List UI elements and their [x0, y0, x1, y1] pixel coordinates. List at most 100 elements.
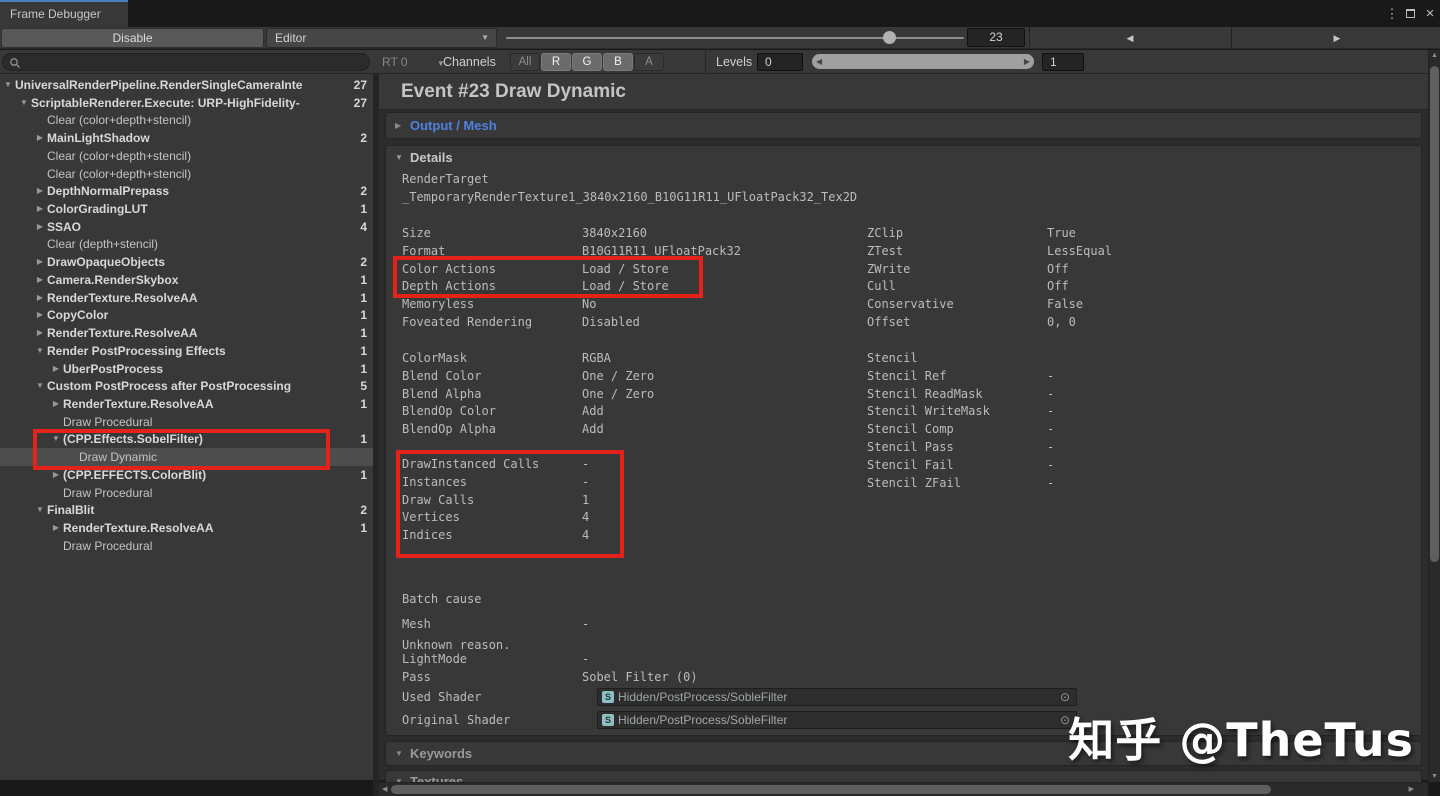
foldout-arrow-icon[interactable]: ▶: [34, 306, 46, 324]
menu-kebab-icon[interactable]: ⋮: [1384, 0, 1400, 27]
section-keywords[interactable]: ▼ Keywords: [385, 741, 1422, 766]
tree-item[interactable]: Clear (color+depth+stencil): [0, 111, 373, 129]
render-target-dropdown[interactable]: RT 0 ▼: [382, 50, 445, 76]
tree-item[interactable]: ▶ColorGradingLUT1: [0, 200, 373, 218]
detail-label: Memoryless: [402, 296, 582, 314]
foldout-arrow-icon[interactable]: ▼: [2, 76, 14, 94]
foldout-arrow-icon[interactable]: ▶: [34, 218, 46, 236]
event-number-field[interactable]: 23: [967, 28, 1025, 47]
detail-row: DrawInstanced Calls-: [402, 456, 589, 474]
foldout-arrow-icon[interactable]: ▶: [50, 519, 62, 537]
tree-item[interactable]: ▼UniversalRenderPipeline.RenderSingleCam…: [0, 76, 373, 94]
foldout-arrow-icon[interactable]: ▶: [34, 271, 46, 289]
tree-item[interactable]: ▶(CPP.EFFECTS.ColorBlit)1: [0, 466, 373, 484]
foldout-arrow-icon[interactable]: ▼: [34, 342, 46, 360]
object-picker-icon[interactable]: ⊙: [1057, 713, 1073, 727]
foldout-arrow-icon[interactable]: ▶: [50, 395, 62, 413]
tree-item[interactable]: ▶RenderTexture.ResolveAA1: [0, 519, 373, 537]
next-event-button[interactable]: ▶: [1317, 27, 1357, 49]
tab-frame-debugger[interactable]: Frame Debugger: [0, 2, 128, 27]
section-output-mesh[interactable]: ▶ Output / Mesh: [385, 112, 1422, 139]
foldout-closed-icon[interactable]: ▶: [395, 113, 401, 138]
scroll-left-icon[interactable]: ◀: [382, 783, 387, 796]
tree-item-count: 1: [360, 342, 367, 360]
scroll-up-icon[interactable]: ▲: [1429, 52, 1440, 59]
channel-button-b[interactable]: B: [603, 53, 633, 71]
foldout-arrow-icon[interactable]: ▶: [34, 324, 46, 342]
original-shader-field[interactable]: S Hidden/PostProcess/SobleFilter ⊙: [597, 711, 1077, 729]
tree-item[interactable]: ▶DepthNormalPrepass2: [0, 182, 373, 200]
tree-item[interactable]: ▼FinalBlit2: [0, 501, 373, 519]
foldout-open-icon[interactable]: ▼: [395, 146, 403, 170]
vertical-scrollbar[interactable]: ▲ ▼: [1428, 50, 1440, 782]
event-title: Event #23 Draw Dynamic: [401, 81, 626, 103]
tree-item[interactable]: ▶RenderTexture.ResolveAA1: [0, 324, 373, 342]
tree-item[interactable]: ▼(CPP.Effects.SobelFilter)1: [0, 430, 373, 448]
tree-item[interactable]: ▶CopyColor1: [0, 306, 373, 324]
tree-item[interactable]: ▶DrawOpaqueObjects2: [0, 253, 373, 271]
foldout-arrow-icon[interactable]: ▼: [50, 430, 62, 448]
tree-item[interactable]: ▼ScriptableRenderer.Execute: URP-HighFid…: [0, 94, 373, 112]
foldout-arrow-icon[interactable]: ▶: [50, 360, 62, 378]
keywords-title[interactable]: Keywords: [410, 742, 472, 766]
tree-item[interactable]: ▶RenderTexture.ResolveAA1: [0, 289, 373, 307]
tree-item[interactable]: Clear (depth+stencil): [0, 235, 373, 253]
foldout-arrow-icon[interactable]: ▼: [34, 377, 46, 395]
object-picker-icon[interactable]: ⊙: [1057, 690, 1073, 704]
detail-label: Vertices: [402, 509, 582, 527]
channel-button-a[interactable]: A: [634, 53, 664, 71]
restore-window-icon[interactable]: [1402, 0, 1418, 27]
scroll-down-icon[interactable]: ▼: [1429, 773, 1440, 780]
levels-max-field[interactable]: 1: [1042, 53, 1084, 71]
foldout-arrow-icon[interactable]: ▶: [34, 129, 46, 147]
foldout-arrow-icon[interactable]: ▶: [34, 253, 46, 271]
disable-button[interactable]: Disable: [1, 28, 264, 48]
tree-item[interactable]: ▶Camera.RenderSkybox1: [0, 271, 373, 289]
chevron-down-icon: ▼: [481, 29, 489, 47]
tree-item-count: 1: [360, 360, 367, 378]
horizontal-scrollbar-thumb[interactable]: [391, 785, 1271, 794]
slider-right-arrow-icon: ▶: [1024, 54, 1030, 69]
tree-item[interactable]: ▶MainLightShadow2: [0, 129, 373, 147]
foldout-arrow-icon[interactable]: ▶: [34, 289, 46, 307]
event-slider-knob[interactable]: [883, 31, 896, 44]
levels-min-field[interactable]: 0: [757, 53, 803, 71]
foldout-arrow-icon[interactable]: ▶: [34, 200, 46, 218]
detail-label: ZClip: [867, 225, 1047, 243]
tree-item[interactable]: ▼Custom PostProcess after PostProcessing…: [0, 377, 373, 395]
scroll-right-icon[interactable]: ▶: [1409, 783, 1414, 796]
tree-item[interactable]: Draw Dynamic: [0, 448, 373, 466]
tree-item-count: 27: [354, 76, 367, 94]
close-icon[interactable]: ×: [1422, 0, 1438, 27]
channel-button-r[interactable]: R: [541, 53, 571, 71]
used-shader-field[interactable]: S Hidden/PostProcess/SobleFilter ⊙: [597, 688, 1077, 706]
tree-item[interactable]: ▶RenderTexture.ResolveAA1: [0, 395, 373, 413]
foldout-arrow-icon[interactable]: ▶: [50, 466, 62, 484]
detail-label: Pass: [402, 669, 582, 687]
prev-event-button[interactable]: ◀: [1110, 27, 1150, 49]
tree-item[interactable]: ▶SSAO4: [0, 218, 373, 236]
search-input[interactable]: [2, 53, 370, 71]
details-title[interactable]: Details: [410, 146, 453, 170]
tree-item[interactable]: Clear (color+depth+stencil): [0, 147, 373, 165]
tree-item[interactable]: Draw Procedural: [0, 537, 373, 555]
detail-value: -: [1047, 386, 1054, 404]
foldout-arrow-icon[interactable]: ▼: [34, 501, 46, 519]
tree-item-label: UniversalRenderPipeline.RenderSingleCame…: [15, 76, 349, 94]
output-mesh-label[interactable]: Output / Mesh: [410, 113, 497, 138]
foldout-open-icon[interactable]: ▼: [395, 742, 403, 766]
tree-item[interactable]: Draw Procedural: [0, 484, 373, 502]
target-dropdown[interactable]: Editor ▼: [266, 28, 497, 48]
foldout-arrow-icon[interactable]: ▼: [18, 94, 30, 112]
tree-item[interactable]: ▼Render PostProcessing Effects1: [0, 342, 373, 360]
vertical-scrollbar-thumb[interactable]: [1430, 66, 1439, 562]
levels-range-slider[interactable]: ◀ ▶: [812, 54, 1034, 69]
detail-row: BlendOp ColorAdd: [402, 403, 654, 421]
horizontal-scrollbar[interactable]: ◀ ▶: [379, 782, 1428, 796]
tree-item[interactable]: ▶UberPostProcess1: [0, 360, 373, 378]
tree-item[interactable]: Draw Procedural: [0, 413, 373, 431]
channel-button-all[interactable]: All: [510, 53, 540, 71]
foldout-arrow-icon[interactable]: ▶: [34, 182, 46, 200]
channel-button-g[interactable]: G: [572, 53, 602, 71]
tree-item[interactable]: Clear (color+depth+stencil): [0, 165, 373, 183]
